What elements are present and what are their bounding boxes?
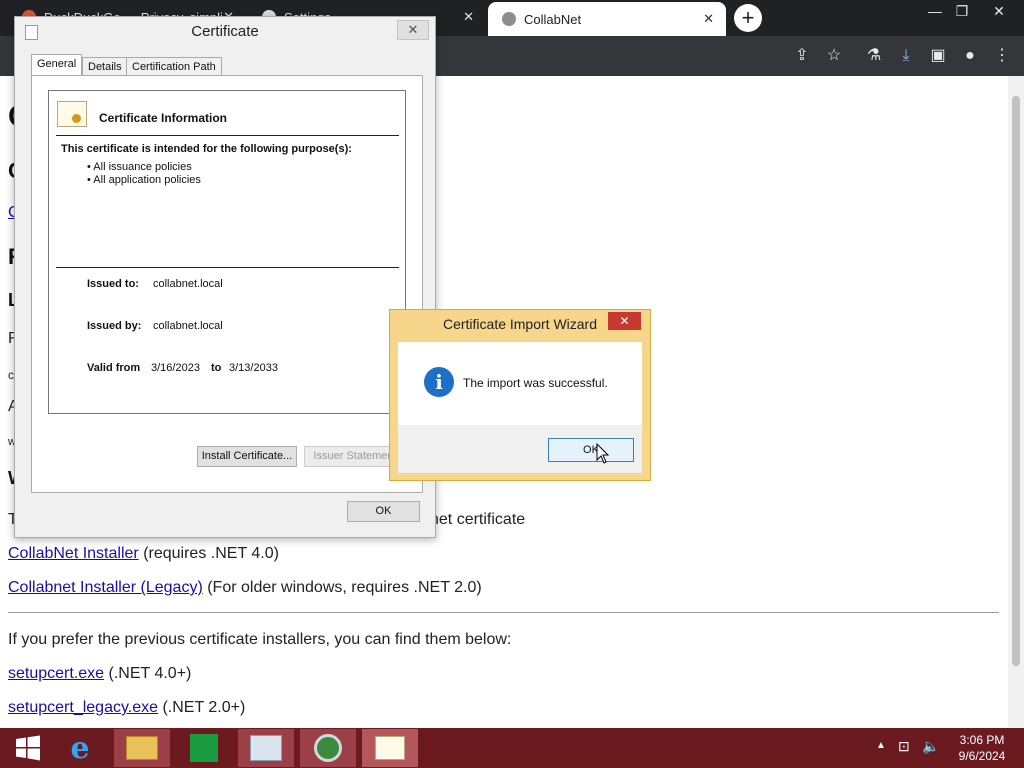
dialog-close-button[interactable]: ✕	[397, 20, 429, 40]
taskbar-file-explorer[interactable]	[114, 729, 170, 767]
install-certificate-button[interactable]: Install Certificate...	[197, 446, 297, 467]
valid-from-value: 3/16/2023	[151, 362, 200, 374]
separator	[56, 267, 399, 268]
valid-from-label: Valid from	[87, 362, 141, 374]
issued-to-label: Issued to:	[87, 278, 139, 290]
clock-time: 3:06 PM	[959, 733, 1005, 747]
download-icon[interactable]: ⤓	[894, 44, 918, 68]
certificate-info-title: Certificate Information	[99, 111, 228, 125]
install-description-text: net certificate	[430, 511, 526, 528]
divider	[8, 612, 999, 613]
previous-installers-text: If you prefer the previous certificate i…	[8, 631, 512, 648]
menu-icon[interactable]: ⋮	[990, 44, 1014, 68]
show-hidden-icons-icon[interactable]: ▲	[876, 740, 886, 751]
tab-label: CollabNet	[524, 11, 582, 27]
tab-general[interactable]: General	[31, 54, 83, 77]
certificate-import-wizard-dialog: Certificate Import Wizard ✕ i The import…	[389, 309, 651, 481]
close-tab-icon[interactable]: ✕	[463, 9, 474, 25]
taskbar-chrome[interactable]	[300, 729, 356, 767]
certificate-small-icon	[25, 25, 38, 40]
info-icon: i	[424, 367, 454, 397]
issued-to-value: collabnet.local	[153, 278, 223, 290]
certificate-icon	[57, 101, 87, 127]
certificate-icon	[375, 736, 405, 760]
close-tab-icon[interactable]: ✕	[703, 11, 714, 27]
purpose-item: • All application policies	[87, 174, 201, 186]
setupcert-note: (.NET 4.0+)	[108, 665, 192, 682]
clock-date: 9/6/2024	[958, 749, 1006, 763]
legacy-note: (For older windows, requires .NET 2.0)	[207, 579, 482, 596]
internet-explorer-icon: e	[70, 730, 90, 766]
labs-icon[interactable]: ⚗	[862, 44, 886, 68]
start-button[interactable]	[0, 729, 56, 767]
collabnet-installer-legacy-link[interactable]: Collabnet Installer (Legacy)	[8, 579, 203, 596]
chrome-icon	[314, 734, 342, 762]
certificate-info-box: Certificate Information This certificate…	[48, 90, 406, 414]
tab-certification-path[interactable]: Certification Path	[126, 57, 222, 76]
import-success-message: The import was successful.	[463, 376, 608, 390]
dialog-title: Certificate	[15, 17, 435, 45]
profile-icon[interactable]: ●	[958, 44, 982, 68]
scrollbar-thumb[interactable]	[1012, 96, 1020, 666]
restore-button[interactable]: ❐	[945, 0, 979, 22]
setupcert-legacy-note: (.NET 2.0+)	[162, 699, 246, 716]
globe-icon	[502, 12, 516, 26]
collabnet-installer-link[interactable]: CollabNet Installer	[8, 545, 139, 562]
valid-to-value: 3/13/2033	[229, 362, 278, 374]
tab-collabnet[interactable]: CollabNet ✕	[488, 2, 726, 36]
setupcert-link[interactable]: setupcert.exe	[8, 665, 104, 682]
file-explorer-icon	[126, 736, 158, 760]
taskbar-performance-monitor[interactable]	[238, 729, 294, 767]
volume-muted-icon[interactable]: 🔈	[922, 738, 939, 755]
start-icon	[16, 735, 40, 761]
star-icon[interactable]: ☆	[822, 44, 846, 68]
taskbar-internet-explorer[interactable]: e	[52, 729, 108, 767]
store-icon	[190, 734, 218, 762]
mouse-cursor-icon	[596, 443, 610, 464]
certificate-dialog: Certificate ✕ General Details Certificat…	[14, 16, 436, 538]
wizard-ok-button[interactable]: OK	[548, 438, 634, 462]
taskbar-store[interactable]	[176, 729, 232, 767]
separator	[56, 135, 399, 136]
installer-note: (requires .NET 4.0)	[143, 545, 279, 562]
new-tab-button[interactable]: +	[734, 4, 762, 32]
taskbar-certificate[interactable]	[362, 729, 418, 767]
wizard-close-button[interactable]: ✕	[608, 312, 641, 330]
issued-by-value: collabnet.local	[153, 320, 223, 332]
certificate-ok-button[interactable]: OK	[347, 501, 420, 522]
issued-by-label: Issued by:	[87, 320, 142, 332]
purpose-heading: This certificate is intended for the fol…	[61, 143, 352, 155]
tab-details[interactable]: Details	[82, 57, 128, 76]
purpose-item: • All issuance policies	[87, 161, 192, 173]
general-tab-panel: Certificate Information This certificate…	[31, 75, 423, 493]
performance-monitor-icon	[250, 735, 282, 761]
valid-to-label: to	[211, 362, 222, 374]
share-icon[interactable]: ⇪	[790, 44, 814, 68]
setupcert-legacy-link[interactable]: setupcert_legacy.exe	[8, 699, 158, 716]
network-icon[interactable]: ⊡	[898, 738, 910, 755]
window-close-button[interactable]: ✕	[982, 0, 1016, 22]
side-panel-icon[interactable]: ▣	[926, 44, 950, 68]
system-clock[interactable]: 3:06 PM 9/6/2024	[948, 732, 1016, 764]
